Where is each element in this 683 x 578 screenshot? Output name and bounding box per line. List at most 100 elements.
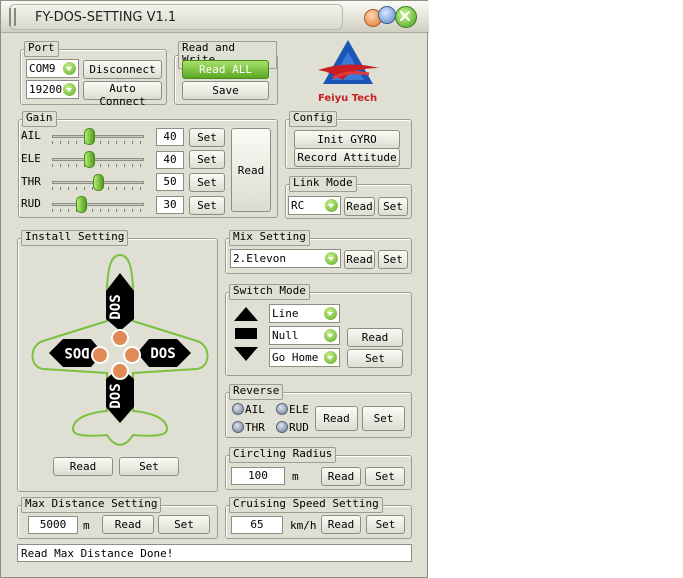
reverse-read-button[interactable]: Read xyxy=(315,406,358,431)
reverse-ail-radio[interactable] xyxy=(232,403,244,415)
max-distance-read-button[interactable]: Read xyxy=(102,515,154,534)
link-mode-select[interactable]: RC xyxy=(288,196,341,215)
mix-mode-select[interactable]: 2.Elevon xyxy=(230,249,341,268)
ail-set-button[interactable]: Set xyxy=(189,128,225,147)
save-button[interactable]: Save xyxy=(182,81,269,100)
thr-set-button[interactable]: Set xyxy=(189,173,225,192)
cruising-speed-legend: Cruising Speed Setting xyxy=(229,497,383,513)
gain-ele-label: ELE xyxy=(21,152,41,165)
reverse-thr-radio[interactable] xyxy=(232,421,244,433)
chevron-down-icon xyxy=(324,329,337,342)
rud-slider-track[interactable] xyxy=(52,203,144,206)
feiyu-logo-icon xyxy=(318,40,379,84)
circling-radius-input[interactable]: 100 xyxy=(231,467,285,485)
ail-slider-ticks xyxy=(52,141,144,144)
port-legend: Port xyxy=(24,41,59,57)
cruising-speed-unit: km/h xyxy=(290,519,317,532)
switch-mid-select[interactable]: Null xyxy=(269,326,340,345)
reverse-set-button[interactable]: Set xyxy=(362,406,405,431)
status-bar: Read Max Distance Done! xyxy=(17,544,412,562)
ail-slider-knob[interactable] xyxy=(84,128,96,145)
config-legend: Config xyxy=(289,111,337,127)
reverse-ele-radio[interactable] xyxy=(276,403,288,415)
switch-read-button[interactable]: Read xyxy=(347,328,403,347)
link-mode-set-button[interactable]: Set xyxy=(378,197,408,216)
read-all-button[interactable]: Read ALL xyxy=(182,60,269,79)
install-read-button[interactable]: Read xyxy=(53,457,113,476)
reverse-legend: Reverse xyxy=(229,384,284,400)
switch-up-icon xyxy=(234,307,258,321)
switch-mode-legend: Switch Mode xyxy=(229,284,310,300)
maximize-button[interactable] xyxy=(378,6,396,24)
install-set-button[interactable]: Set xyxy=(119,457,179,476)
ail-gain-input[interactable]: 40 xyxy=(156,128,184,146)
reverse-rud-label: RUD xyxy=(289,421,309,434)
circling-radius-legend: Circling Radius xyxy=(229,447,337,463)
rud-slider-knob[interactable] xyxy=(76,196,88,213)
thr-slider-knob[interactable] xyxy=(92,174,104,191)
baud-rate-select[interactable]: 19200 xyxy=(26,80,79,99)
title-bar[interactable]: FY-DOS-SETTING V1.1 xyxy=(1,1,429,33)
gain-read-button[interactable]: Read xyxy=(231,128,271,212)
max-distance-set-button[interactable]: Set xyxy=(158,515,210,534)
com-port-value: COM9 xyxy=(29,62,56,75)
close-icon xyxy=(399,10,411,22)
switch-down-value: Go Home xyxy=(272,351,319,364)
gain-legend: Gain xyxy=(22,111,57,127)
ele-slider-track[interactable] xyxy=(52,158,144,161)
link-mode-legend: Link Mode xyxy=(289,176,357,192)
circling-set-button[interactable]: Set xyxy=(365,467,405,486)
reverse-ail-label: AIL xyxy=(245,403,265,416)
link-mode-value: RC xyxy=(291,199,305,212)
chevron-down-icon xyxy=(63,62,76,75)
init-gyro-button[interactable]: Init GYRO xyxy=(294,130,400,149)
reverse-rud-radio[interactable] xyxy=(276,421,288,433)
grip-icon xyxy=(9,7,19,27)
switch-up-value: Line xyxy=(272,307,299,320)
rud-set-button[interactable]: Set xyxy=(189,196,225,215)
baud-rate-value: 19200 xyxy=(29,83,63,96)
ele-slider-ticks xyxy=(52,164,144,167)
switch-set-button[interactable]: Set xyxy=(347,349,403,368)
record-attitude-button[interactable]: Record Attitude xyxy=(294,148,400,167)
mix-setting-legend: Mix Setting xyxy=(229,230,310,246)
chevron-down-icon xyxy=(63,83,76,96)
close-button[interactable] xyxy=(395,6,417,28)
cruising-read-button[interactable]: Read xyxy=(321,515,361,534)
install-logo-left: DOS xyxy=(64,344,89,360)
airplane-diagram: DOS DOS DOS DOS xyxy=(31,253,209,446)
mix-mode-value: 2.Elevon xyxy=(233,252,286,265)
cruising-set-button[interactable]: Set xyxy=(366,515,405,534)
rud-gain-input[interactable]: 30 xyxy=(156,196,184,214)
gain-ail-label: AIL xyxy=(21,129,41,142)
mix-read-button[interactable]: Read xyxy=(344,250,375,269)
install-logo-top: DOS xyxy=(108,294,124,319)
install-logo-right: DOS xyxy=(150,346,175,362)
logo-text: Feiyu Tech xyxy=(318,93,378,104)
install-orientation-icon: DOS DOS DOS DOS xyxy=(49,273,191,423)
ele-gain-input[interactable]: 40 xyxy=(156,151,184,169)
com-port-select[interactable]: COM9 xyxy=(26,59,79,78)
switch-up-select[interactable]: Line xyxy=(269,304,340,323)
install-setting-legend: Install Setting xyxy=(21,230,129,246)
window-title: FY-DOS-SETTING V1.1 xyxy=(35,10,177,25)
app-window: FY-DOS-SETTING V1.1 Port COM9 19200 Disc… xyxy=(0,0,429,578)
circling-radius-unit: m xyxy=(292,470,299,483)
thr-gain-input[interactable]: 50 xyxy=(156,173,184,191)
gain-rud-label: RUD xyxy=(21,197,41,210)
circling-read-button[interactable]: Read xyxy=(321,467,361,486)
link-mode-read-button[interactable]: Read xyxy=(344,197,375,216)
chevron-down-icon xyxy=(324,351,337,364)
chevron-down-icon xyxy=(325,252,338,265)
switch-down-select[interactable]: Go Home xyxy=(269,348,340,367)
ail-slider-track[interactable] xyxy=(52,135,144,138)
mix-set-button[interactable]: Set xyxy=(378,250,408,269)
reverse-ele-label: ELE xyxy=(289,403,309,416)
max-distance-legend: Max Distance Setting xyxy=(21,497,162,513)
ele-set-button[interactable]: Set xyxy=(189,150,225,169)
disconnect-button[interactable]: Disconnect xyxy=(83,60,162,79)
cruising-speed-input[interactable]: 65 xyxy=(231,516,283,534)
max-distance-input[interactable]: 5000 xyxy=(28,516,78,534)
auto-connect-button[interactable]: Auto Connect xyxy=(83,81,162,108)
ele-slider-knob[interactable] xyxy=(84,151,96,168)
